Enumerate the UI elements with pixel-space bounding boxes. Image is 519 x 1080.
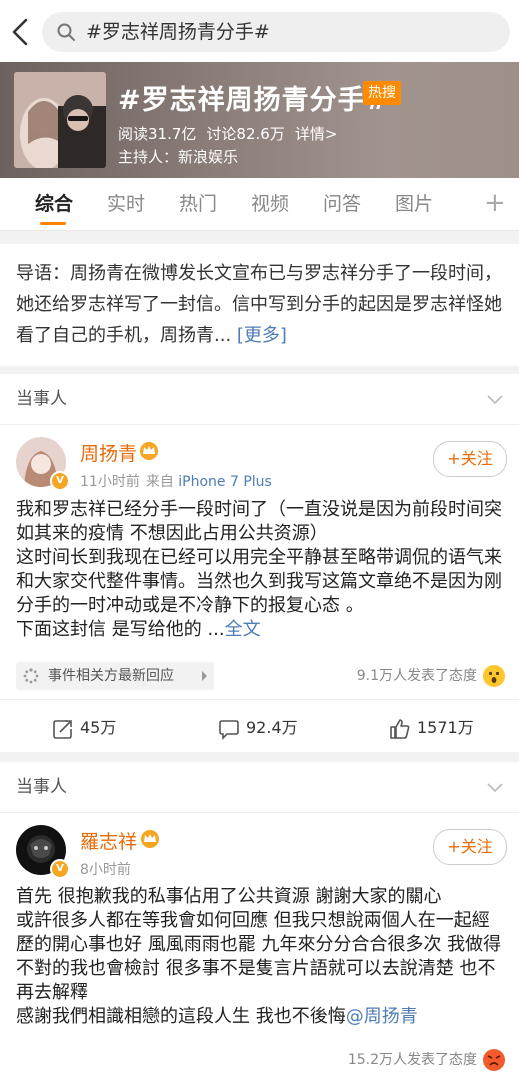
section-header-party: 当事人 (0, 762, 519, 813)
repost-icon (53, 719, 72, 739)
event-response-label: 事件相关方最新回应 (48, 668, 174, 684)
search-icon (57, 23, 75, 41)
topic-stats: 阅读31.7亿 讨论82.6万 详情> (118, 123, 347, 144)
like-button[interactable]: 1571万 (389, 700, 474, 756)
couple-photo-image (14, 72, 106, 168)
comment-icon (219, 719, 239, 740)
loading-spinner-icon (23, 668, 39, 684)
attitude-count: 15.2万人发表了态度 (347, 1052, 477, 1068)
thumbs-up-icon (390, 718, 410, 739)
chevron-down-icon[interactable] (485, 777, 505, 797)
topic-host: 主持人：新浪娱乐 (118, 148, 239, 166)
post-last-line: 感謝我們相識相戀的這段人生 我也不後悔 (16, 1006, 346, 1027)
post-last-line: 下面这封信 是写给他的 ... (16, 619, 225, 640)
topic-intro: 导语：周扬青在微博发长文宣布已与罗志祥分手了一段时间，她还给罗志祥写了一封信。信… (0, 244, 519, 366)
source-prefix: 来自 (145, 474, 174, 490)
discussion-count: 讨论82.6万 (206, 125, 285, 143)
back-arrow-icon (12, 18, 28, 46)
post-paragraph: 我和罗志祥已经分手一段时间了（一直没说是因为前段时间突如其来的疫情 不想因此占用… (16, 499, 502, 544)
comment-count: 92.4万 (246, 718, 298, 737)
post-meta: 8小时前 (80, 859, 131, 879)
topic-header: #罗志祥周扬青分手# 热搜 阅读31.7亿 讨论82.6万 详情> 主持人：新浪娱乐 (0, 62, 519, 178)
section-label: 当事人 (16, 389, 67, 409)
repost-count: 45万 (80, 718, 117, 737)
search-input[interactable]: #罗志祥周扬青分手# (42, 12, 510, 52)
details-link[interactable]: 详情> (295, 125, 338, 143)
post-time: 8小时前 (80, 862, 131, 878)
post-paragraph: 感謝我們相識相戀的這段人生 我也不後悔@周扬青 (16, 1005, 506, 1029)
read-count: 阅读31.7亿 (118, 125, 197, 143)
comment-button[interactable]: 92.4万 (218, 700, 298, 756)
user-name[interactable]: 周扬青 (80, 439, 137, 466)
search-query: #罗志祥周扬青分手# (86, 21, 270, 43)
post-time: 11小时前 (80, 474, 140, 490)
user-name[interactable]: 羅志祥 (80, 827, 137, 854)
event-response-link[interactable]: 事件相关方最新回应 (16, 662, 214, 690)
surprised-emoji-icon (483, 665, 505, 687)
top-bar: #罗志祥周扬青分手# (0, 0, 519, 62)
section-label: 当事人 (16, 777, 67, 797)
mention-link[interactable]: @周扬青 (346, 1006, 418, 1027)
post-card: V 周扬青 11小时前 来自 iPhone 7 Plus +关注 我和罗志祥已经分… (0, 425, 519, 752)
intro-text: 导语：周扬青在微博发长文宣布已与罗志祥分手了一段时间，她还给罗志祥写了一封信。信… (16, 258, 508, 351)
tab-hot[interactable]: 热门 (179, 178, 217, 230)
post-body: 首先 很抱歉我的私事佔用了公共資源 謝謝大家的關心 或許很多人都在等我會如何回應… (16, 885, 506, 1029)
attitude-summary[interactable]: 15.2万人发表了态度 (348, 1049, 505, 1071)
crown-icon (141, 830, 159, 848)
post-body: 我和罗志祥已经分手一段时间了（一直没说是因为前段时间突如其来的疫情 不想因此占用… (16, 498, 506, 642)
back-button[interactable] (8, 14, 36, 50)
follow-button[interactable]: +关注 (433, 441, 507, 477)
angry-emoji-icon (483, 1049, 505, 1071)
chevron-down-icon[interactable] (485, 389, 505, 409)
post-meta: 11小时前 来自 iPhone 7 Plus (80, 471, 272, 491)
verified-badge: V (50, 471, 70, 491)
hot-badge: 热搜 (363, 81, 401, 105)
repost-button[interactable]: 45万 (52, 700, 116, 756)
tab-video[interactable]: 视频 (251, 178, 289, 230)
tab-realtime[interactable]: 实时 (107, 178, 145, 230)
more-link[interactable]: [更多] (237, 325, 287, 346)
post-card: V 羅志祥 8小时前 +关注 首先 很抱歉我的私事佔用了公共資源 謝謝大家的關心… (0, 813, 519, 1080)
post-source: 来自 iPhone 7 Plus (146, 474, 272, 490)
post-paragraph: 或許很多人都在等我會如何回應 但我只想說兩個人在一起經歷的開心事也好 風風雨雨也… (16, 910, 502, 1003)
crown-icon (140, 442, 158, 460)
add-tab-button[interactable]: + (484, 178, 506, 228)
tab-qa[interactable]: 问答 (323, 178, 361, 230)
source-device[interactable]: iPhone 7 Plus (178, 474, 272, 490)
post-paragraph: 下面这封信 是写给他的 ...全文 (16, 618, 506, 642)
topic-title: #罗志祥周扬青分手# (118, 85, 390, 116)
tab-bar: 综合 实时 热门 视频 问答 图片 + (0, 178, 519, 231)
attitude-count: 9.1万人发表了态度 (356, 668, 477, 684)
post-actions: 45万 92.4万 1571万 (0, 699, 519, 756)
post-paragraph: 这时间长到我现在已经可以用完全平静甚至略带调侃的语气来和大家交代整件事情。当然也… (16, 547, 502, 616)
chevron-right-icon (202, 671, 207, 681)
verified-badge: V (50, 859, 70, 879)
post-paragraph: 首先 很抱歉我的私事佔用了公共資源 謝謝大家的關心 (16, 886, 442, 907)
attitude-summary[interactable]: 9.1万人发表了态度 (357, 665, 505, 687)
full-text-link[interactable]: 全文 (225, 619, 261, 640)
topic-thumbnail[interactable] (14, 72, 106, 168)
tab-images[interactable]: 图片 (395, 178, 433, 230)
active-tab-indicator (40, 222, 66, 225)
section-header-party: 当事人 (0, 374, 519, 425)
follow-button[interactable]: +关注 (433, 829, 507, 865)
like-count: 1571万 (417, 718, 474, 737)
